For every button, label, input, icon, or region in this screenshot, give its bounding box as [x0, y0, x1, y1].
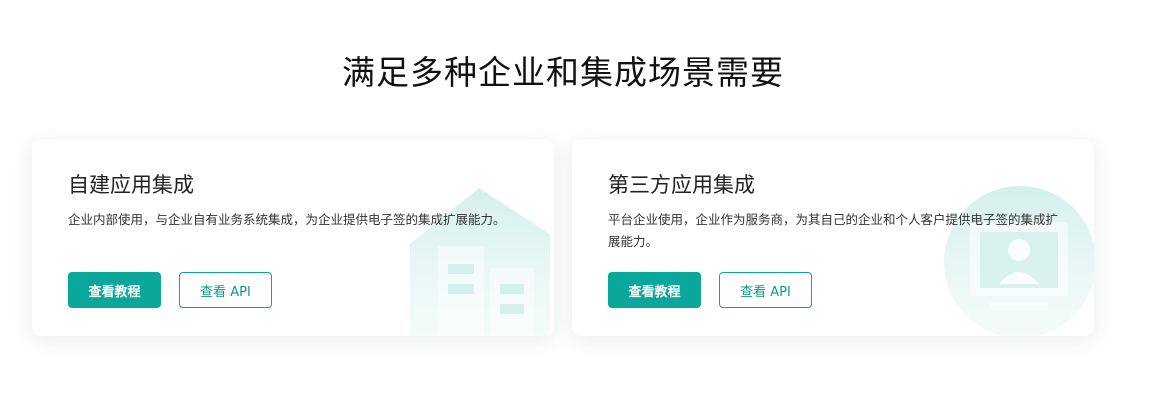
card-third-party-integration: 第三方应用集成 平台企业使用，企业作为服务商，为其自己的企业和个人客户提供电子签…	[572, 139, 1094, 336]
profile-screen-icon	[944, 186, 1094, 336]
card-description: 平台企业使用，企业作为服务商，为其自己的企业和个人客户提供电子签的集成扩展能力。	[608, 212, 1059, 249]
view-api-button[interactable]: 查看 API	[719, 272, 812, 308]
building-icon	[410, 188, 550, 336]
view-tutorial-button[interactable]: 查看教程	[68, 272, 161, 308]
card-self-built-integration: 自建应用集成 企业内部使用，与企业自有业务系统集成，为企业提供电子签的集成扩展能…	[32, 139, 554, 336]
card-title: 自建应用集成	[68, 173, 194, 197]
page: 满足多种企业和集成场景需要 自建应用集成 企业内部使用，与企业自有业务系统集成，…	[0, 0, 1166, 407]
card-title: 第三方应用集成	[608, 173, 755, 197]
card-description: 企业内部使用，与企业自有业务系统集成，为企业提供电子签的集成扩展能力。	[68, 212, 506, 227]
view-api-button[interactable]: 查看 API	[179, 272, 272, 308]
view-tutorial-button[interactable]: 查看教程	[608, 272, 701, 308]
section-title: 满足多种企业和集成场景需要	[342, 53, 784, 92]
